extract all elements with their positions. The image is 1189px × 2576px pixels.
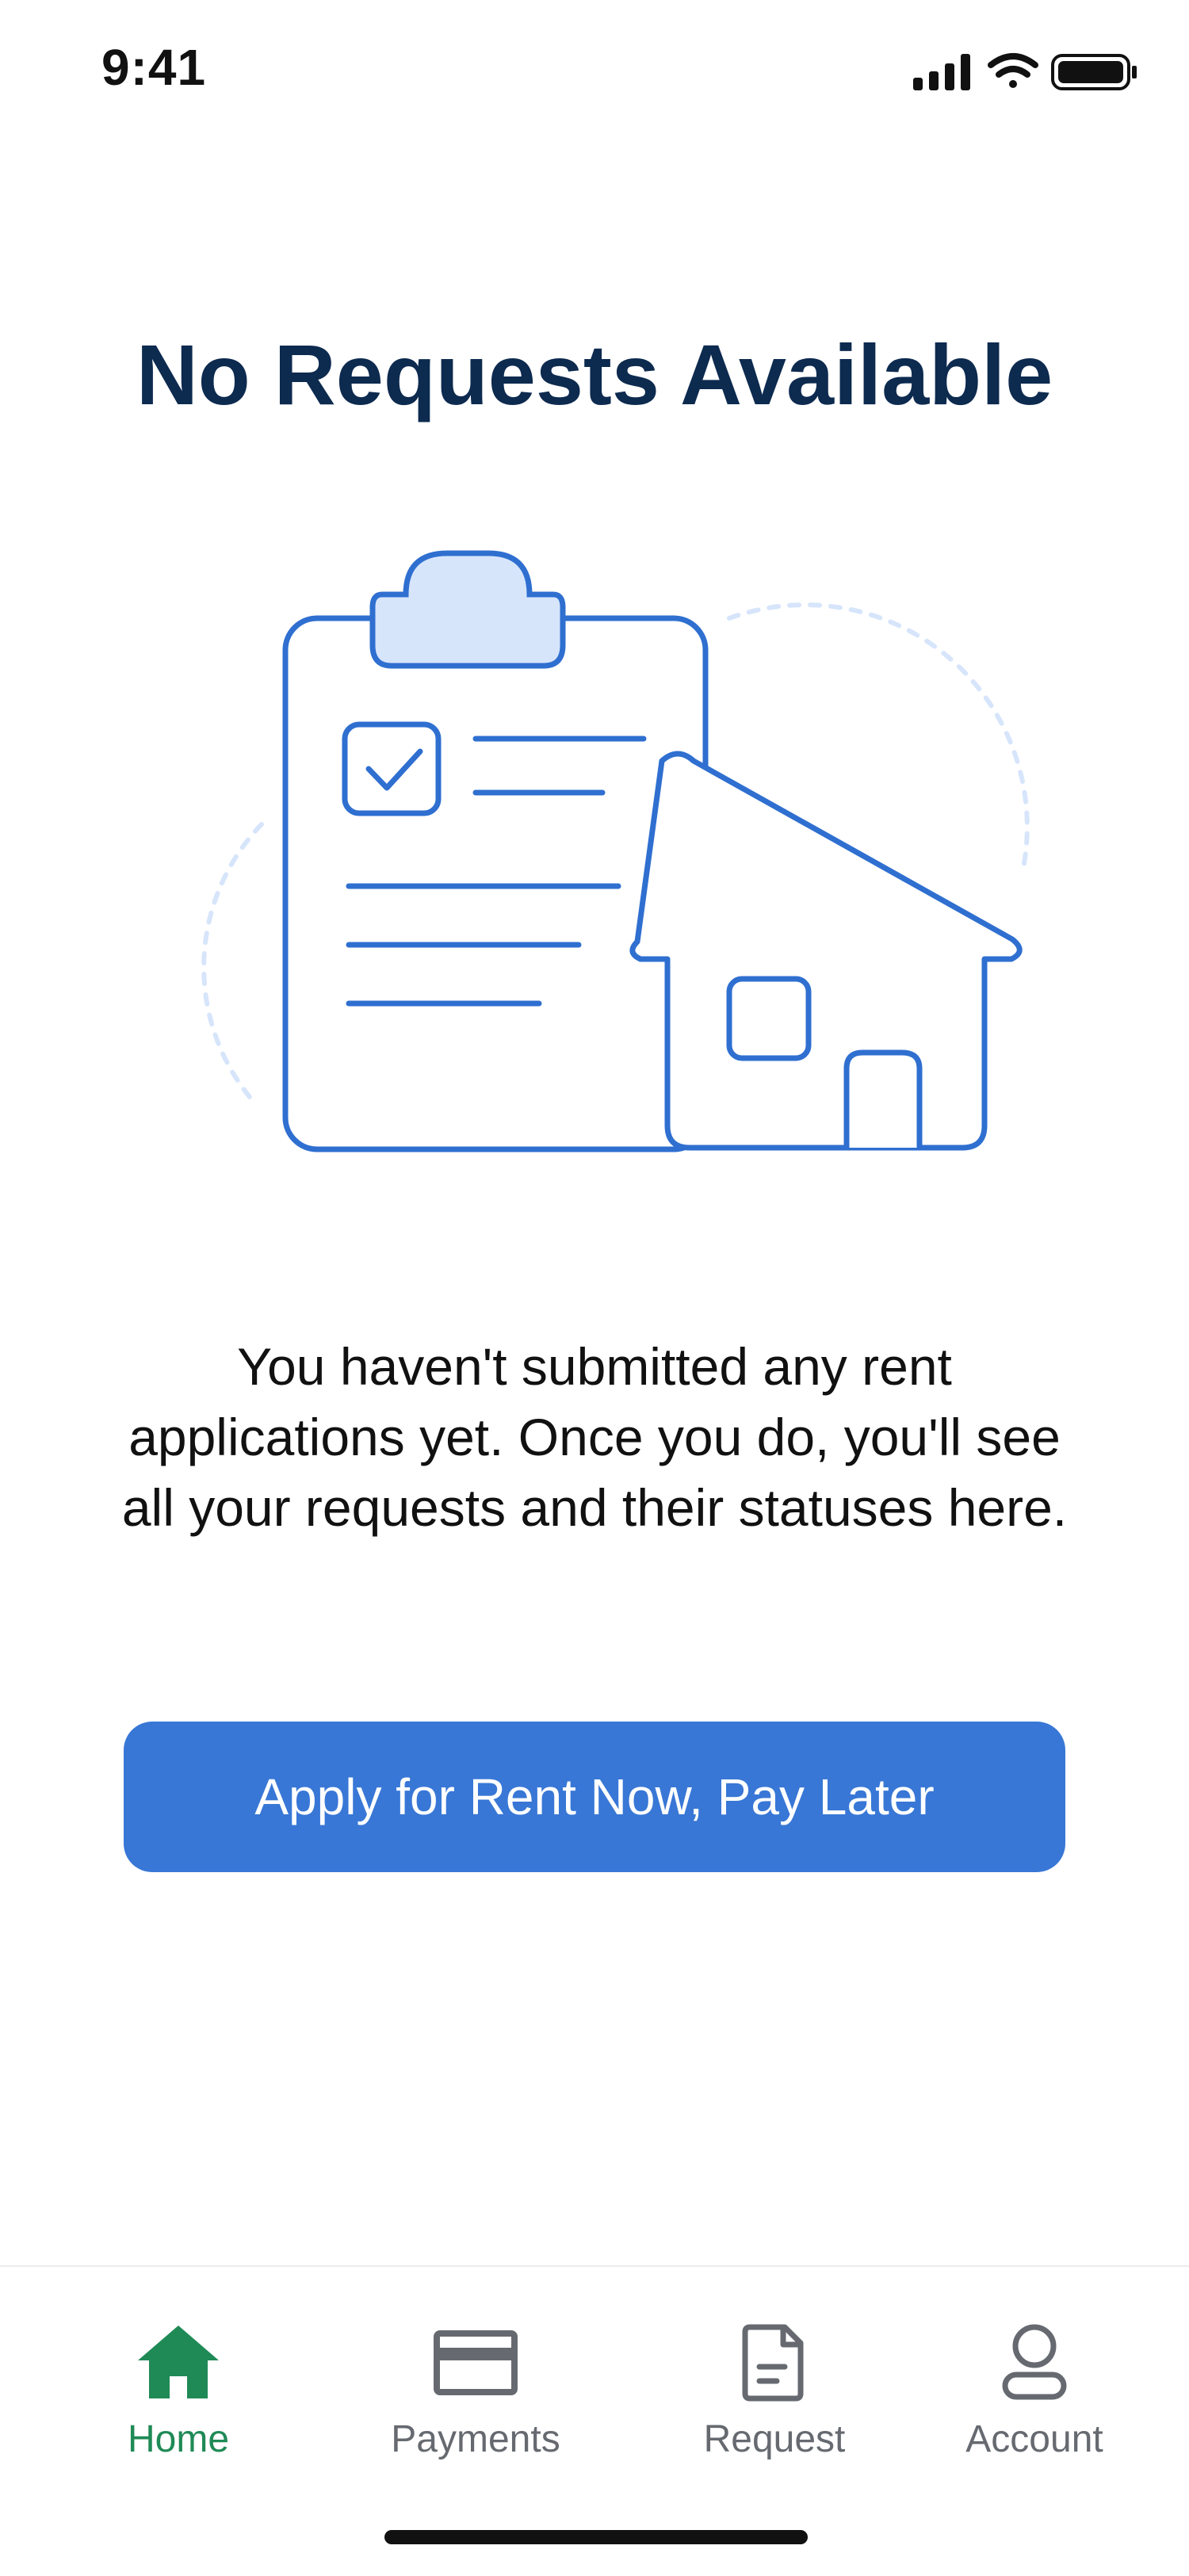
tab-label: Request: [703, 2418, 846, 2460]
tab-payments[interactable]: Payments: [357, 2322, 594, 2461]
page-title: No Requests Available: [136, 327, 1053, 422]
house-outline: [629, 751, 1023, 1151]
dashed-arc-left: [201, 822, 264, 1104]
apply-rent-button[interactable]: Apply for Rent Now, Pay Later: [124, 1722, 1065, 1872]
signal-icon: [913, 54, 970, 90]
checkbox-square: [342, 721, 442, 816]
home-indicator: [384, 2530, 808, 2544]
tab-home[interactable]: Home: [59, 2322, 297, 2461]
status-bar: 9:41: [0, 0, 1189, 143]
house-window: [726, 976, 812, 1061]
clipboard-house-illustration: [201, 550, 1030, 1152]
status-time: 9:41: [101, 39, 207, 96]
clipboard-clip: [369, 550, 566, 669]
status-icons: [913, 53, 1137, 90]
battery-icon: [1051, 54, 1137, 90]
tab-account[interactable]: Account: [916, 2322, 1153, 2461]
wifi-icon: [988, 53, 1038, 88]
tab-label: Payments: [391, 2418, 560, 2460]
tab-label: Home: [127, 2418, 230, 2460]
house-door: [843, 1049, 923, 1148]
tab-label: Account: [965, 2418, 1103, 2460]
empty-state-description: You haven't submitted any rent applicati…: [121, 1337, 1068, 1537]
document-icon: [742, 2324, 804, 2402]
card-icon: [434, 2330, 518, 2395]
home-icon: [138, 2326, 219, 2398]
user-icon: [1002, 2324, 1067, 2400]
tab-request[interactable]: Request: [656, 2322, 893, 2461]
